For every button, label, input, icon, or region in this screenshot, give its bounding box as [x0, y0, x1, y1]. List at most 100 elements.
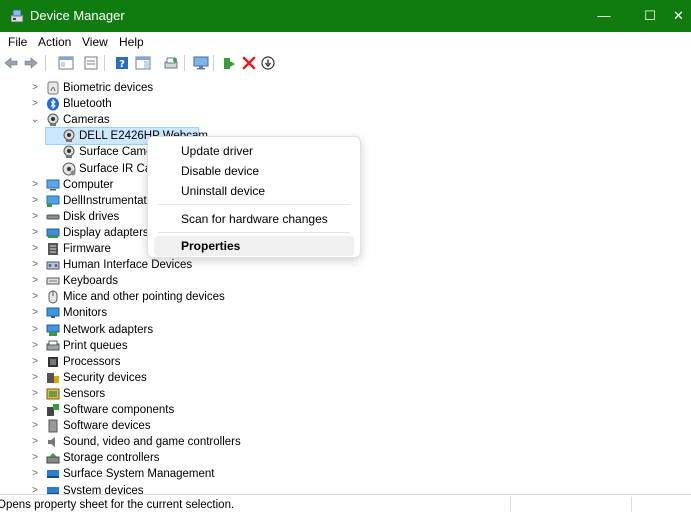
camera-icon	[47, 113, 59, 127]
action-pane-icon	[135, 56, 151, 70]
forward-button[interactable]	[22, 54, 40, 72]
print-toolbar-button[interactable]	[162, 54, 180, 72]
expand-chevron-icon[interactable]: >	[30, 193, 40, 209]
uninstall-device-button[interactable]	[240, 54, 258, 72]
show-hide-action-pane-button[interactable]	[134, 54, 152, 72]
tree-item-label: System devices	[63, 484, 144, 495]
disable-device-icon	[261, 56, 275, 70]
properties-toolbar-button[interactable]	[82, 54, 100, 72]
expand-chevron-icon[interactable]: >	[30, 257, 40, 273]
expand-chevron-icon[interactable]: >	[30, 273, 40, 289]
show-hide-console-tree-button[interactable]	[57, 54, 75, 72]
tree-item-label: Monitors	[63, 307, 108, 320]
expand-chevron-icon[interactable]: >	[30, 466, 40, 482]
toolbar: ?	[0, 52, 691, 74]
expand-chevron-icon[interactable]: >	[30, 402, 40, 418]
disable-device-button[interactable]	[259, 54, 277, 72]
expand-chevron-icon[interactable]: >	[30, 289, 40, 305]
expand-chevron-icon[interactable]: >	[30, 434, 40, 450]
expand-chevron-icon[interactable]: >	[30, 305, 40, 321]
toolbar-separator	[213, 55, 214, 71]
bluetooth-icon	[47, 97, 59, 111]
surface-management-icon	[47, 470, 59, 479]
firmware-icon	[48, 243, 58, 255]
tree-item-label: Sensors	[63, 387, 106, 400]
speaker-icon	[48, 437, 55, 448]
tree-item-label: Mice and other pointing devices	[63, 291, 225, 304]
scan-hardware-changes-button[interactable]	[192, 54, 210, 72]
expand-chevron-icon[interactable]: >	[30, 418, 40, 434]
storage-controller-icon	[46, 453, 60, 464]
minimize-button[interactable]: —	[581, 0, 627, 32]
tree-item-label: Biometric devices	[63, 82, 154, 94]
maximize-button[interactable]: ☐	[627, 0, 673, 32]
expand-chevron-icon[interactable]: >	[30, 80, 40, 96]
context-disable-device[interactable]: Disable device	[154, 161, 354, 181]
sensor-icon	[46, 388, 60, 400]
network-adapter-icon	[46, 324, 60, 336]
processor-icon	[48, 356, 58, 367]
expand-chevron-icon[interactable]: >	[30, 370, 40, 386]
expand-chevron-icon[interactable]: >	[30, 177, 40, 193]
toolbar-separator	[45, 55, 46, 71]
tree-item-label: Surface System Management	[63, 468, 215, 481]
printer-icon	[46, 340, 60, 351]
expand-chevron-icon[interactable]: >	[30, 322, 40, 338]
mouse-icon	[48, 290, 58, 304]
help-toolbar-button[interactable]: ?	[113, 54, 131, 72]
tree-item-label: Print queues	[63, 339, 128, 352]
toolbar-separator	[104, 55, 105, 71]
tree-item-label: Display adapters	[63, 226, 149, 239]
expand-chevron-icon[interactable]: >	[30, 241, 40, 257]
system-device-icon	[47, 486, 59, 494]
help-icon: ?	[116, 57, 128, 70]
status-text: Opens property sheet for the current sel…	[0, 499, 235, 511]
keyboard-icon	[46, 277, 60, 285]
menu-help[interactable]: Help	[119, 35, 144, 49]
update-driver-icon	[224, 58, 235, 69]
window-title: Device Manager	[30, 8, 125, 23]
webcam-icon	[63, 145, 75, 159]
software-device-icon	[48, 419, 58, 433]
tree-item-label: Storage controllers	[63, 452, 160, 465]
collapse-chevron-icon[interactable]: ⌄	[30, 112, 40, 128]
expand-chevron-icon[interactable]: >	[30, 483, 40, 495]
menu-action[interactable]: Action	[38, 35, 71, 49]
tree-item-label: Processors	[63, 355, 121, 368]
update-driver-button[interactable]	[220, 54, 238, 72]
context-divider	[158, 232, 350, 233]
context-properties[interactable]: Properties	[154, 236, 354, 256]
back-button[interactable]	[2, 54, 20, 72]
add-legacy-hardware-icon	[164, 57, 178, 69]
context-scan-hardware-changes[interactable]: Scan for hardware changes	[154, 209, 354, 229]
expand-chevron-icon[interactable]: >	[30, 354, 40, 370]
expand-chevron-icon[interactable]: >	[30, 96, 40, 112]
expand-chevron-icon[interactable]: >	[30, 450, 40, 466]
tree-item-label: Computer	[63, 178, 114, 191]
tree-item-label: Human Interface Devices	[63, 259, 193, 272]
display-adapter-icon	[46, 228, 60, 238]
tree-item-label: Network adapters	[63, 323, 154, 336]
tree-item-label: Sound, video and game controllers	[63, 436, 241, 449]
toolbar-separator	[184, 55, 185, 71]
software-component-icon	[47, 404, 59, 416]
menu-file[interactable]: File	[8, 35, 27, 49]
tree-item-label: Keyboards	[63, 275, 118, 288]
context-uninstall-device[interactable]: Uninstall device	[154, 181, 354, 201]
close-button[interactable]: ✕	[673, 0, 691, 32]
tree-item-label: Software devices	[63, 420, 151, 433]
expand-chevron-icon[interactable]: >	[30, 225, 40, 241]
instrumentation-icon	[46, 195, 60, 207]
status-divider	[631, 497, 632, 512]
webcam-icon	[63, 129, 75, 143]
uninstall-x-icon	[242, 56, 256, 70]
tree-item-label: Disk drives	[63, 210, 120, 223]
expand-chevron-icon[interactable]: >	[30, 209, 40, 225]
computer-icon	[46, 179, 60, 191]
forward-arrow-icon	[24, 57, 38, 69]
expand-chevron-icon[interactable]: >	[30, 386, 40, 402]
expand-chevron-icon[interactable]: >	[30, 338, 40, 354]
back-arrow-icon	[4, 57, 18, 69]
context-update-driver[interactable]: Update driver	[154, 141, 354, 161]
menu-view[interactable]: View	[82, 35, 108, 49]
